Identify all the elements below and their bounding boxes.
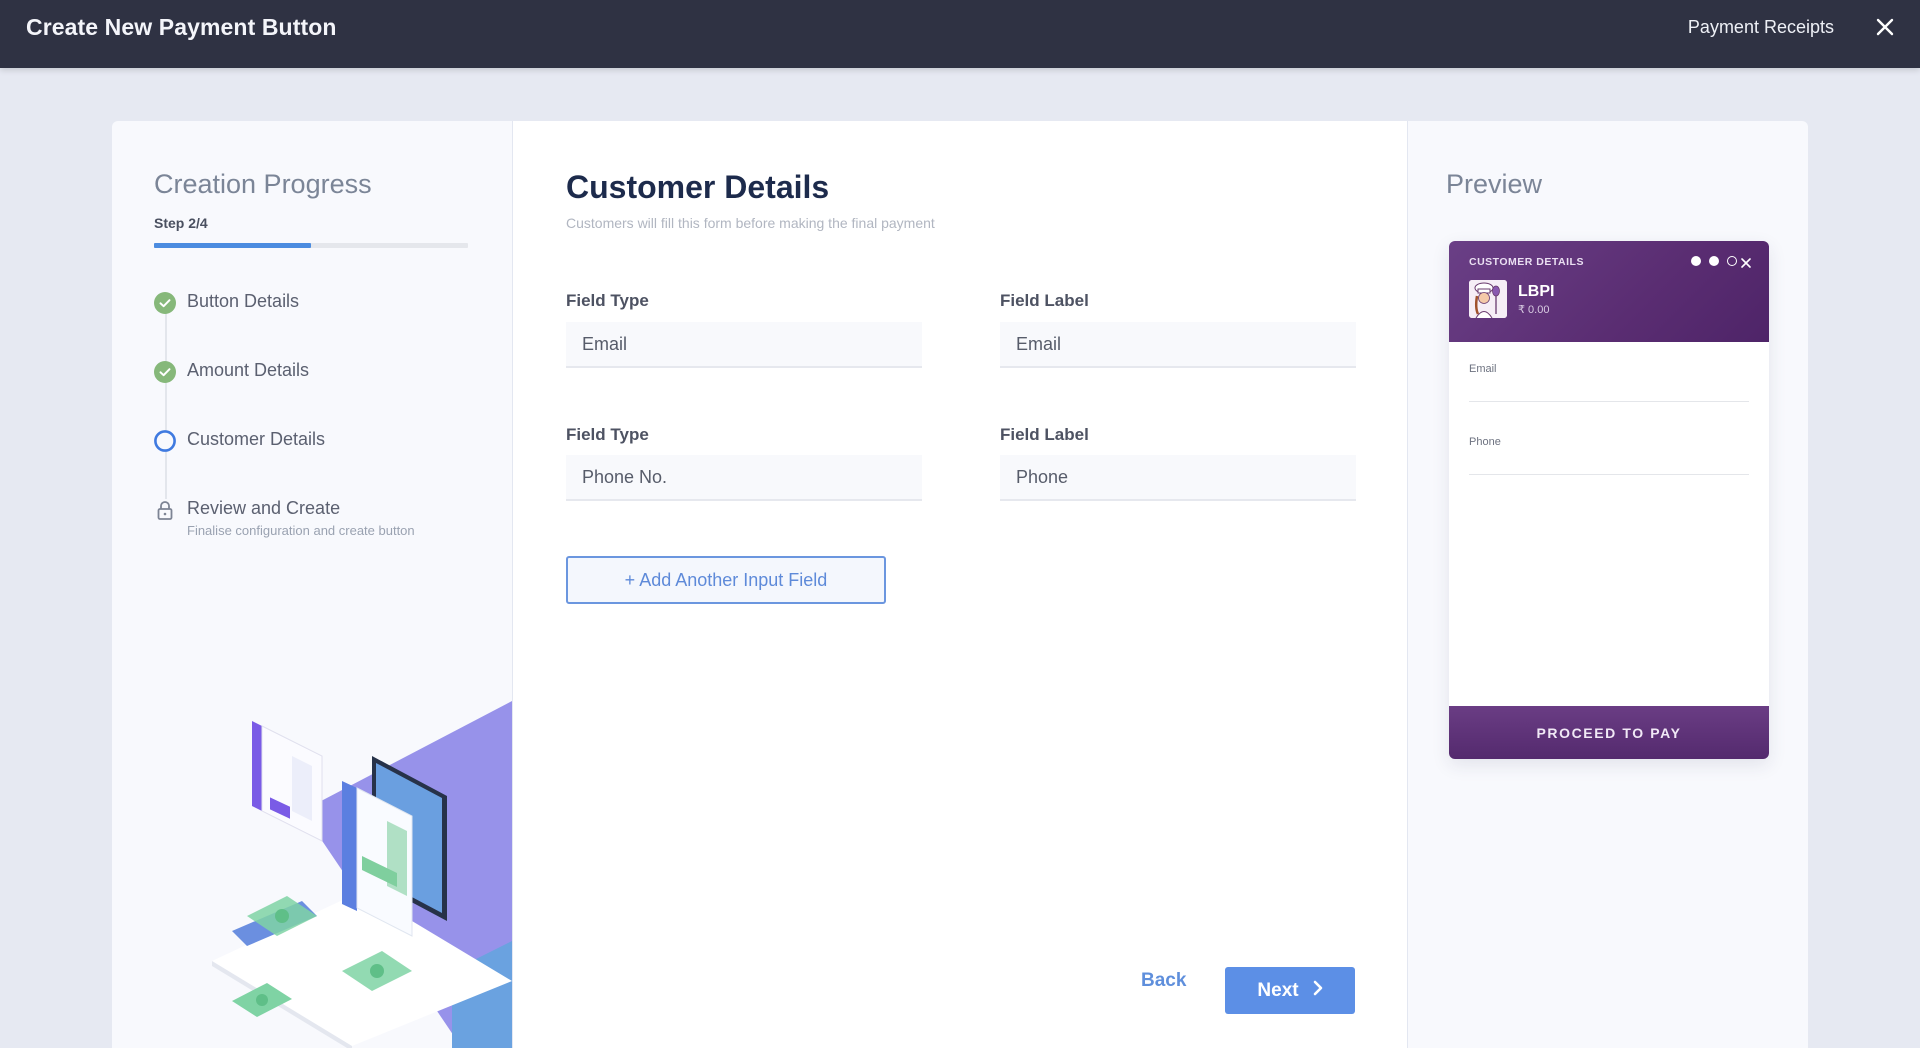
- page-title: Create New Payment Button: [26, 13, 337, 40]
- step-count: Step 2/4: [154, 215, 208, 231]
- payment-amount: ₹ 0.00: [1518, 303, 1550, 316]
- preview-form: Email Phone: [1449, 342, 1769, 706]
- step-review-and-create: Review and Create Finalise configuration…: [154, 498, 415, 538]
- customer-details-form: Customer Details Customers will fill thi…: [512, 121, 1408, 1048]
- check-circle-icon: [154, 361, 176, 383]
- step-connector: [165, 303, 167, 503]
- step-indicator: [1683, 256, 1737, 266]
- preview-field-phone: Phone: [1469, 436, 1749, 475]
- top-bar: Create New Payment Button Payment Receip…: [0, 0, 1920, 68]
- field-type-select[interactable]: [566, 455, 922, 501]
- field-type-select[interactable]: [566, 322, 922, 368]
- step-dot-filled: [1709, 256, 1719, 266]
- step-amount-details[interactable]: Amount Details: [154, 360, 309, 383]
- step-dot-empty: [1727, 256, 1737, 266]
- payment-receipts-link[interactable]: Payment Receipts: [1688, 17, 1834, 38]
- step-label: Button Details: [187, 291, 300, 311]
- preview-field-underline: [1469, 474, 1749, 475]
- step-label: Customer Details: [187, 429, 326, 449]
- preview-title: Preview: [1446, 169, 1543, 199]
- step-label: Amount Details: [187, 360, 310, 380]
- add-input-field-button[interactable]: + Add Another Input Field: [566, 556, 886, 604]
- step-description: Finalise configuration and create button: [187, 523, 415, 538]
- progress-title: Creation Progress: [154, 169, 372, 199]
- chevron-right-icon: [1313, 980, 1323, 1002]
- preview-field-underline: [1469, 401, 1749, 402]
- preview-field-email: Email: [1469, 363, 1749, 402]
- payment-preview-card: CUSTOMER DETAILS LBPI ₹ 0.00 Email Phone…: [1449, 241, 1769, 759]
- field-type-label: Field Type: [566, 425, 649, 444]
- field-label-label: Field Label: [1000, 425, 1089, 444]
- check-circle-icon: [154, 292, 176, 314]
- preview-field-label: Email: [1469, 363, 1497, 375]
- step-customer-details[interactable]: Customer Details: [154, 429, 325, 452]
- preview-field-label: Phone: [1469, 436, 1501, 448]
- field-label-input[interactable]: [1000, 455, 1356, 501]
- lock-icon: [154, 499, 176, 521]
- preview-panel: Preview CUSTOMER DETAILS LBPI ₹ 0.00 Ema…: [1408, 121, 1808, 1048]
- ring-icon: [154, 430, 176, 452]
- field-label-label: Field Label: [1000, 291, 1089, 310]
- step-label: Review and Create: [187, 498, 341, 518]
- section-subtitle: Customers will fill this form before mak…: [566, 215, 935, 231]
- payment-illustration: [192, 701, 512, 1048]
- close-icon: [1741, 255, 1751, 273]
- merchant-name: LBPI: [1518, 282, 1555, 300]
- merchant-avatar: [1469, 280, 1507, 318]
- progress-bar: [154, 243, 468, 248]
- creation-progress-panel: Creation Progress Step 2/4 Button Detail…: [112, 121, 512, 1048]
- merchant-info: LBPI ₹ 0.00: [1469, 280, 1554, 318]
- step-dot-filled: [1691, 256, 1701, 266]
- section-title: Customer Details: [566, 169, 830, 205]
- next-button[interactable]: Next: [1225, 967, 1355, 1014]
- field-type-label: Field Type: [566, 291, 649, 310]
- field-label-input[interactable]: [1000, 322, 1356, 368]
- next-button-label: Next: [1257, 979, 1299, 1001]
- preview-card-header: CUSTOMER DETAILS LBPI ₹ 0.00: [1449, 241, 1769, 342]
- proceed-to-pay-button: PROCEED TO PAY: [1449, 706, 1769, 759]
- close-icon[interactable]: [1876, 18, 1894, 36]
- back-button[interactable]: Back: [1141, 970, 1186, 992]
- top-bar-actions: Payment Receipts: [1688, 17, 1894, 38]
- progress-bar-fill: [154, 243, 311, 248]
- step-button-details[interactable]: Button Details: [154, 291, 299, 314]
